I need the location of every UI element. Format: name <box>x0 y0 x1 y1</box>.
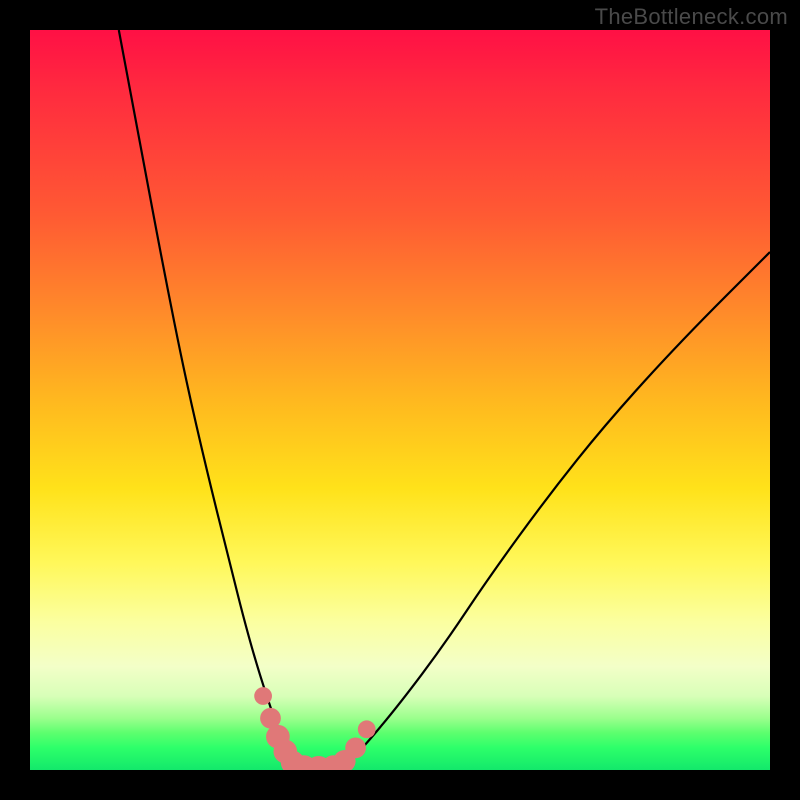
curve-right-branch <box>341 252 770 770</box>
watermark-text: TheBottleneck.com <box>595 4 788 30</box>
chart-marker-point <box>254 687 272 705</box>
chart-frame: TheBottleneck.com <box>0 0 800 800</box>
chart-markers <box>254 687 375 770</box>
chart-svg <box>30 30 770 770</box>
chart-marker-point <box>345 737 366 758</box>
chart-plot-area <box>30 30 770 770</box>
chart-marker-point <box>358 720 376 738</box>
curve-left-branch <box>119 30 297 770</box>
